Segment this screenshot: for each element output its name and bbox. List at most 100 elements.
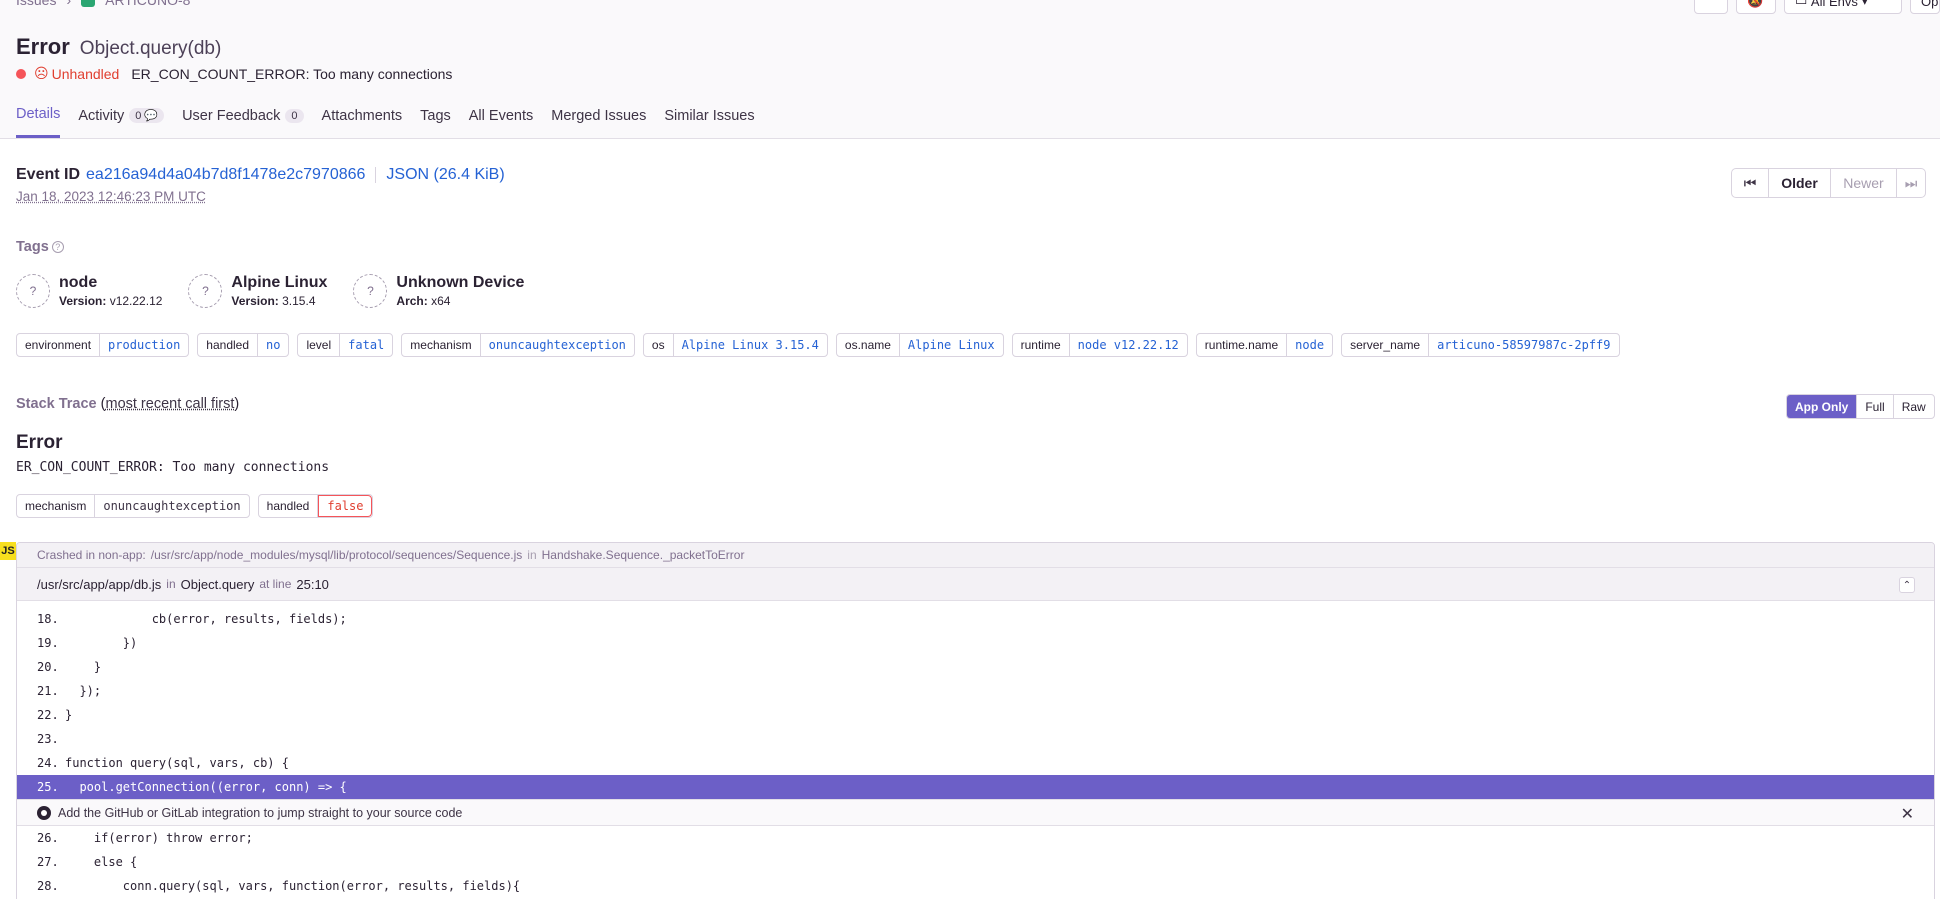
issue-type: Error	[16, 34, 70, 59]
mechanism-pill: mechanism onuncaughtexception	[16, 494, 250, 518]
tag-pill[interactable]: os Alpine Linux 3.15.4	[642, 333, 828, 357]
project-icon	[81, 0, 96, 7]
code-line: 21. });	[37, 684, 102, 698]
help-icon[interactable]: ?	[51, 241, 64, 253]
chevron-right-icon: ›	[66, 0, 72, 8]
older-event-button[interactable]: Older	[1769, 169, 1831, 197]
tab-activity[interactable]: Activity 0 💬	[78, 106, 165, 138]
raw-button[interactable]: Raw	[1894, 395, 1934, 418]
integration-banner[interactable]: Add the GitHub or GitLab integration to …	[17, 799, 1934, 826]
event-date: Jan 18, 2023 12:46:23 PM UTC	[16, 189, 206, 204]
tag-pill[interactable]: runtime.name node	[1195, 333, 1334, 357]
tab-attachments[interactable]: Attachments	[322, 106, 403, 138]
bookmark-button[interactable]	[1694, 0, 1728, 14]
context-version: Arch: x64	[396, 294, 451, 308]
event-id-link[interactable]: ea216a94d4a04b7d8f1478e2c7970866	[86, 166, 365, 184]
skull-icon: ☹	[34, 65, 49, 81]
level-dot-icon	[16, 68, 26, 79]
comment-icon: 💬	[144, 110, 159, 122]
divider	[375, 167, 377, 183]
newer-event-button[interactable]: Newer	[1831, 169, 1897, 197]
code-line: 18. cb(error, results, fields);	[37, 612, 347, 626]
context-version: Version: 3.15.4	[231, 294, 316, 308]
code-line: 19. })	[37, 636, 138, 650]
tab-user-feedback[interactable]: User Feedback 0	[182, 106, 304, 138]
frame-lineno: 25:10	[296, 576, 329, 592]
frame-filename: /usr/src/app/app/db.js	[37, 576, 162, 592]
unknown-icon: ?	[353, 274, 388, 308]
code-line: 28. conn.query(sql, vars, function(error…	[37, 879, 521, 893]
context-version: Version: v12.22.12	[59, 294, 163, 308]
event-id-label: Event ID	[16, 166, 81, 183]
unhandled-badge: ☹ Unhandled	[34, 65, 120, 82]
json-link[interactable]: JSON (26.4 KiB)	[386, 166, 504, 184]
issue-title: Error Object.query(db)	[16, 34, 221, 60]
first-event-button[interactable]: ⏮	[1732, 169, 1769, 197]
tag-pill[interactable]: runtime node v12.22.12	[1011, 333, 1188, 357]
stack-trace-title: Stack Trace (most recent call first)	[16, 396, 240, 412]
tags-section-title: Tags?	[16, 239, 64, 255]
tag-pill[interactable]: level fatal	[297, 333, 394, 357]
calendar-icon: ▭	[1795, 0, 1811, 8]
code-line: 22.}	[37, 708, 73, 722]
event-id-row: Event ID ea216a94d4a04b7d8f1478e2c797086…	[16, 166, 505, 184]
context-item-os: ? Alpine Linux Version: 3.15.4	[188, 274, 327, 308]
unknown-icon: ?	[188, 274, 223, 308]
tab-tags[interactable]: Tags	[420, 106, 451, 138]
tab-similar-issues[interactable]: Similar Issues	[664, 106, 754, 138]
stack-order-toggle[interactable]: most recent call first	[105, 396, 234, 412]
github-icon	[37, 805, 51, 820]
context-name: node	[59, 274, 98, 291]
issue-header: Issues › ARTICUNO-8 🔕 ▭ All Envs ▾ Op Er…	[0, 0, 1940, 139]
code-line: 27. else {	[37, 855, 138, 869]
chevron-up-icon[interactable]: ⌃	[1899, 577, 1915, 593]
tag-pill[interactable]: environment production	[16, 333, 190, 357]
crashed-in-note: Crashed in non-app: /usr/src/app/node_mo…	[17, 543, 1934, 568]
context-item-runtime: ? node Version: v12.22.12	[16, 274, 162, 308]
handled-pill: handled false	[257, 494, 374, 518]
full-button[interactable]: Full	[1857, 395, 1894, 418]
tab-merged-issues[interactable]: Merged Issues	[551, 106, 646, 138]
frame-function: Object.query	[180, 576, 255, 592]
code-context: 18. cb(error, results, fields); 19. }) 2…	[17, 601, 1934, 898]
tag-pill[interactable]: handled no	[197, 333, 290, 357]
code-line: 23.	[37, 732, 59, 746]
tag-list: environment production handled no level fat…	[16, 333, 1620, 357]
issue-message: ER_CON_COUNT_ERROR: Too many connections	[131, 65, 453, 82]
exception-type: Error	[16, 432, 63, 453]
breadcrumb-issues[interactable]: Issues	[16, 0, 56, 8]
header-actions: 🔕 ▭ All Envs ▾ Op	[1694, 0, 1940, 14]
close-icon[interactable]: ✕	[1901, 804, 1914, 824]
latest-event-button[interactable]: ⏭	[1897, 169, 1925, 197]
tab-all-events[interactable]: All Events	[469, 106, 533, 138]
exception-value: ER_CON_COUNT_ERROR: Too many connections	[16, 460, 330, 475]
code-line-highlighted: 25. pool.getConnection((error, conn) => …	[17, 775, 1934, 799]
feedback-count: 0	[285, 108, 304, 123]
breadcrumb: Issues › ARTICUNO-8	[16, 0, 190, 8]
stack-view-toggle: App Only Full Raw	[1786, 394, 1935, 419]
issue-culprit: Object.query(db)	[79, 38, 222, 59]
issue-subtitle: ☹ Unhandled ER_CON_COUNT_ERROR: Too many …	[16, 65, 452, 82]
context-name: Alpine Linux	[231, 274, 328, 291]
code-line: 26. if(error) throw error;	[37, 831, 253, 845]
tag-pill[interactable]: os.name Alpine Linux	[835, 333, 1004, 357]
context-name: Unknown Device	[396, 274, 525, 291]
code-line: 20. }	[37, 660, 102, 674]
code-line: 24. function query(sql, vars, cb) {	[37, 756, 289, 770]
notification-button[interactable]: 🔕	[1736, 0, 1776, 14]
breadcrumb-project[interactable]: ARTICUNO-8	[105, 0, 190, 8]
app-only-button[interactable]: App Only	[1787, 395, 1858, 418]
tab-details[interactable]: Details	[16, 106, 61, 138]
open-button[interactable]: Op	[1910, 0, 1940, 14]
env-dropdown[interactable]: ▭ All Envs ▾	[1784, 0, 1902, 14]
mechanism-tags: mechanism onuncaughtexception handled fals…	[16, 494, 374, 518]
issue-tabs: Details Activity 0 💬 User Feedback 0 Attach…	[16, 106, 755, 138]
stack-frame: Crashed in non-app: /usr/src/app/node_mo…	[16, 542, 1935, 899]
tag-pill[interactable]: mechanism onuncaughtexception	[401, 333, 635, 357]
unknown-icon: ?	[16, 274, 50, 308]
frame-header[interactable]: /usr/src/app/app/db.js in Object.query a…	[17, 568, 1934, 601]
event-navigation: ⏮ Older Newer ⏭	[1731, 168, 1926, 198]
activity-count: 0 💬	[129, 108, 165, 123]
context-summary: ? node Version: v12.22.12 ? Alpine Linux…	[16, 274, 524, 308]
tag-pill[interactable]: server_name articuno-58597987c-2pff9	[1341, 333, 1620, 357]
